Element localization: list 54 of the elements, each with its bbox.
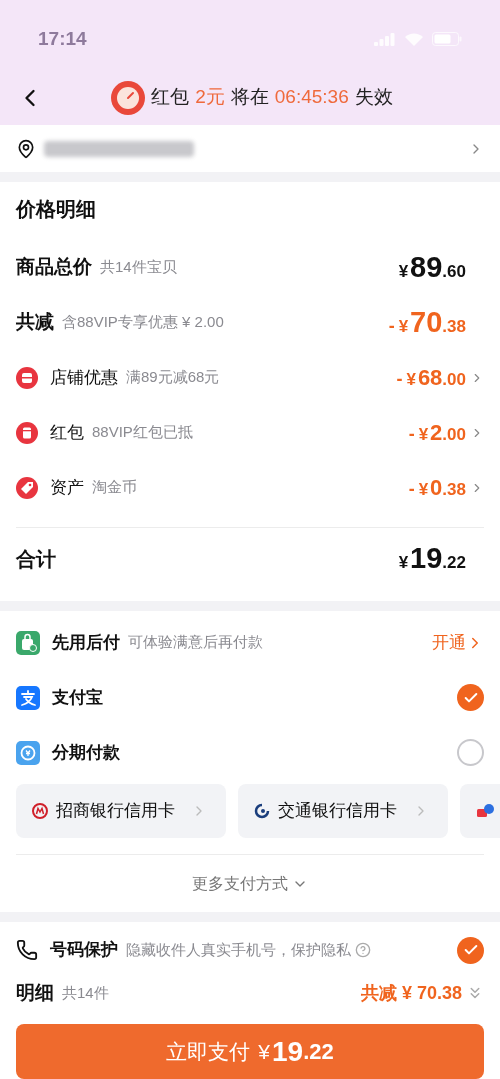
installment-icon [16, 740, 40, 765]
payment-method-note: 可体验满意后再付款 [128, 632, 263, 653]
bank-logo-icon [32, 803, 48, 819]
bank-card-option[interactable]: 交通银行信用卡 [238, 784, 448, 838]
countdown-text: 将在 [230, 85, 269, 110]
protection-note: 隐藏收件人真实手机号，保护隐私 [126, 939, 351, 960]
countdown-text: 2元 [195, 85, 225, 110]
total-saving: 共减 ¥ 70.38 [360, 981, 462, 1005]
countdown-text: 红包 [151, 85, 190, 110]
price-note: 共14件宝贝 [100, 257, 177, 278]
tag-icon [16, 476, 38, 499]
price-amount: - ¥70.38 [388, 304, 466, 340]
price-label: 红包 [50, 421, 84, 444]
price-amount: - ¥2.00 [408, 419, 466, 447]
price-amount: - ¥0.38 [408, 474, 466, 502]
total-amount: ¥19.22 [398, 540, 466, 576]
store-icon [16, 366, 38, 389]
total-label: 合计 [16, 546, 56, 572]
countdown-text: 06:45:36 [274, 85, 349, 110]
section-title: 价格明细 [16, 197, 97, 222]
price-amount: ¥89.60 [398, 249, 466, 285]
payment-method-label: 支付宝 [52, 686, 103, 709]
price-note: 88VIP红包已抵 [92, 422, 193, 443]
price-label: 资产 [50, 476, 84, 499]
price-amount: - ¥68.00 [396, 364, 466, 392]
countdown-text: 失效 [354, 85, 393, 110]
location-pin-icon [16, 138, 36, 159]
envelope-icon [16, 421, 38, 444]
alipay-icon [16, 685, 40, 710]
more-payment-methods-button[interactable]: 更多支付方式 [192, 871, 308, 896]
status-time: 17:14 [38, 26, 87, 51]
price-note: 淘金币 [92, 477, 137, 498]
protection-label: 号码保护 [50, 939, 118, 962]
price-label: 商品总价 [16, 255, 92, 280]
payment-method-label: 分期付款 [52, 741, 120, 764]
radio-button[interactable] [457, 684, 484, 711]
battery-icon [432, 32, 462, 46]
price-label: 店铺优惠 [50, 366, 118, 389]
help-icon[interactable] [355, 942, 371, 958]
bank-card-option[interactable]: 招商银行信用卡 [16, 784, 226, 838]
detail-label: 明细 [16, 980, 54, 1005]
stopwatch-icon [111, 80, 146, 115]
checkbox[interactable] [457, 936, 484, 964]
phone-icon [16, 939, 38, 961]
radio-button[interactable] [457, 739, 484, 766]
payment-method-label: 先用后付 [52, 631, 120, 654]
price-label: 共减 [16, 310, 54, 335]
bank-logo-icon [254, 803, 270, 819]
activate-link[interactable]: 开通 [432, 629, 484, 656]
price-note: 满89元减68元 [126, 367, 220, 388]
item-count: 共14件 [62, 982, 109, 1003]
price-note: 含88VIP专享优惠 ¥ 2.00 [62, 312, 224, 333]
bank-logo-icon [476, 803, 496, 819]
pay-now-button[interactable]: 立即支付 ¥19.22 [16, 1024, 484, 1079]
